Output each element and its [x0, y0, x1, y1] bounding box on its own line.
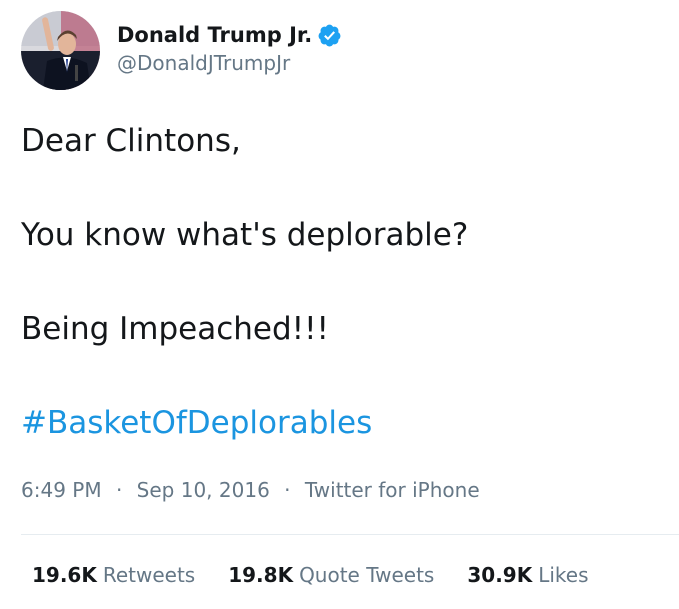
tweet-source-link[interactable]: Twitter for iPhone [305, 478, 480, 502]
profile-photo-icon [21, 11, 100, 90]
tweet-line: Dear Clintons, [21, 123, 241, 159]
tweet-card: Donald Trump Jr. @DonaldJTrumpJr Dear Cl… [0, 0, 679, 609]
author-handle[interactable]: @DonaldJTrumpJr [117, 51, 342, 75]
name-row: Donald Trump Jr. [117, 20, 342, 50]
meta-separator: · [115, 478, 123, 502]
verified-badge-icon [317, 23, 342, 48]
tweet-line-gap [21, 259, 468, 306]
tweet-time[interactable]: 6:49 PM [21, 478, 102, 502]
likes-count: 30.9K [467, 563, 533, 587]
retweets-label: Retweets [102, 563, 196, 587]
tweet-line-gap [21, 165, 468, 212]
divider [21, 534, 679, 535]
tweet-meta: 6:49 PM · Sep 10, 2016 · Twitter for iPh… [21, 478, 480, 502]
tweet-header: Donald Trump Jr. @DonaldJTrumpJr [21, 11, 342, 90]
tweet-date[interactable]: Sep 10, 2016 [137, 478, 270, 502]
tweet-line: Being Impeached!!! [21, 311, 329, 347]
likes-stat[interactable]: 30.9K Likes [467, 563, 588, 587]
quote-tweets-count: 19.8K [228, 563, 294, 587]
tweet-line-gap [21, 353, 468, 400]
quote-tweets-label: Quote Tweets [299, 563, 435, 587]
tweet-line: You know what's deplorable? [21, 217, 469, 253]
likes-label: Likes [538, 563, 589, 587]
tweet-text: Dear Clintons, You know what's deplorabl… [21, 118, 468, 447]
retweets-stat[interactable]: 19.6K Retweets [32, 563, 195, 587]
retweets-count: 19.6K [32, 563, 97, 587]
display-name[interactable]: Donald Trump Jr. [117, 23, 312, 47]
author-names: Donald Trump Jr. @DonaldJTrumpJr [117, 20, 342, 75]
engagement-stats: 19.6K Retweets 19.8K Quote Tweets 30.9K Lik… [32, 563, 589, 587]
meta-separator: · [284, 478, 291, 502]
avatar[interactable] [21, 11, 100, 90]
quote-tweets-stat[interactable]: 19.8K Quote Tweets [228, 563, 434, 587]
hashtag-link[interactable]: #BasketOfDeplorables [21, 400, 468, 447]
